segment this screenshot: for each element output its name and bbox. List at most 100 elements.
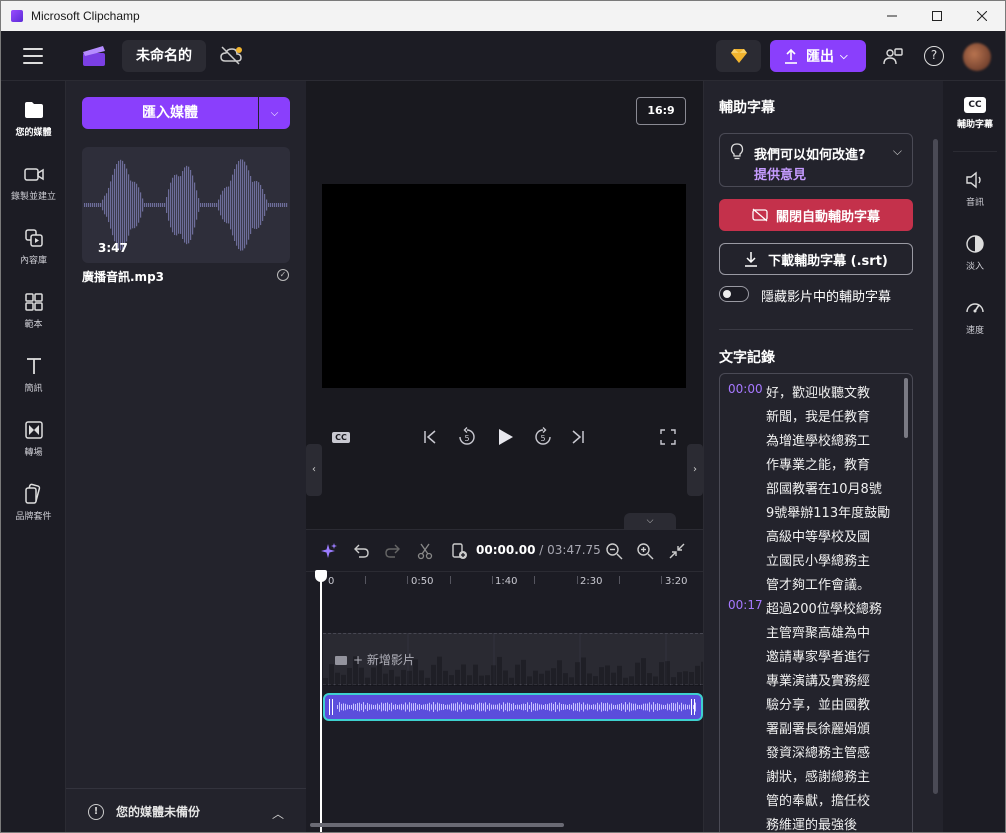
transcript-scrollbar[interactable] [904, 378, 908, 438]
forward-icon: 5 [535, 427, 551, 445]
nav-text[interactable]: 簡訊 [1, 345, 66, 401]
playhead-handle[interactable] [315, 570, 327, 582]
redo-icon[interactable] [384, 542, 402, 560]
rewind-icon: 5 [459, 427, 475, 445]
chevron-left-icon: ‹ [312, 464, 316, 475]
turn-off-auto-captions-button[interactable]: 關閉自動輔助字幕 [719, 199, 913, 231]
video-track-dropzone[interactable]: + 新增影片 [323, 633, 703, 686]
fit-timeline-icon[interactable] [668, 542, 686, 560]
undo-icon[interactable] [352, 542, 370, 560]
zoom-out-icon[interactable] [605, 542, 623, 560]
right-nav: CC 輔助字幕 音訊 淡入 速度 [943, 81, 1005, 832]
maximize-button[interactable] [914, 1, 960, 31]
captions-toggle-button[interactable]: CC [332, 426, 350, 448]
rnav-audio[interactable]: 音訊 [943, 153, 1005, 213]
divider [953, 151, 997, 152]
cloud-off-icon[interactable] [219, 45, 243, 67]
video-preview[interactable] [322, 184, 686, 388]
fade-icon [966, 235, 984, 253]
nav-transitions[interactable]: 轉場 [1, 409, 66, 465]
menu-icon[interactable] [23, 48, 43, 64]
feedback-link[interactable]: 提供意見 [754, 164, 806, 183]
aspect-ratio-button[interactable]: 16:9 [636, 97, 686, 125]
skip-start-icon [424, 430, 436, 444]
import-media-button[interactable]: 匯入媒體 [82, 97, 258, 129]
nav-content-library[interactable]: 內容庫 [1, 217, 66, 273]
hide-captions-label: 隱藏影片中的輔助字幕 [761, 290, 892, 305]
import-dropdown-button[interactable]: ⌵ [259, 97, 290, 129]
check-circle-icon: ✓ [277, 269, 289, 281]
segment-line: 立國民小學總務主 [766, 554, 871, 569]
rnav-speed[interactable]: 速度 [943, 281, 1005, 341]
timeline-horizontal-scrollbar[interactable] [310, 823, 564, 827]
split-scissors-icon[interactable] [416, 542, 434, 560]
segment-timestamp[interactable]: 00:17 [728, 598, 763, 612]
collapse-timeline-button[interactable]: ⌵ [624, 513, 676, 529]
minimize-button[interactable] [869, 1, 915, 31]
skip-to-start-button[interactable] [420, 426, 440, 448]
time-ruler[interactable]: 0 0:50 1:40 2:30 3:20 [306, 572, 703, 594]
fullscreen-button[interactable] [658, 426, 678, 448]
segment-timestamp[interactable]: 00:00 [728, 382, 763, 396]
media-duration: 3:47 [98, 241, 128, 255]
captions-panel: 輔助字幕 我們可以如何改進? 提供意見 ⌵ 關閉自動輔助字幕 下載輔助字幕 (.… [703, 81, 943, 832]
ai-sparkle-icon[interactable] [320, 542, 338, 560]
nav-label: 簡訊 [24, 384, 43, 394]
project-name-field[interactable]: 未命名的 [122, 40, 206, 72]
segment-line: 發資深總務主管感 [766, 746, 871, 761]
nav-label: 內容庫 [19, 256, 47, 266]
media-thumbnail[interactable]: 3:47 [82, 147, 290, 263]
app-window: Microsoft Clipchamp 未命名的 匯出 ⌵ ? 您的媒體 錄製並… [0, 0, 1006, 833]
help-icon[interactable]: ? [924, 46, 944, 66]
segment-line: 專業演講及實務經 [766, 674, 871, 689]
timecode: 00:00.00 / 03:47.75 [476, 543, 601, 557]
segment-line: 驗分享，並由國教 [766, 698, 871, 713]
clip-right-handle[interactable] [691, 699, 695, 715]
transcript-list[interactable]: 00:00 好，歡迎收聽文教 新聞，我是任教育 為增進學校總務工 作專業之能，教… [719, 373, 913, 832]
ruler-label: 2:30 [580, 576, 603, 587]
clip-left-handle[interactable] [329, 699, 333, 715]
segment-line: 為增進學校總務工 [766, 434, 871, 449]
rnav-fade[interactable]: 淡入 [943, 217, 1005, 277]
hide-captions-toggle[interactable] [719, 286, 749, 302]
download-icon [745, 252, 758, 267]
rewind-5-button[interactable]: 5 [456, 426, 478, 448]
chevron-down-icon[interactable]: ⌵ [893, 144, 902, 159]
avatar[interactable] [963, 43, 991, 71]
turn-off-label: 關閉自動輔助字幕 [775, 209, 880, 225]
premium-button[interactable] [716, 40, 761, 72]
export-button[interactable]: 匯出 ⌵ [770, 40, 866, 72]
download-captions-button[interactable]: 下載輔助字幕 (.srt) [719, 243, 913, 275]
feedback-card[interactable]: 我們可以如何改進? 提供意見 ⌵ [719, 133, 913, 187]
zoom-in-icon[interactable] [636, 542, 654, 560]
forward-5-button[interactable]: 5 [532, 426, 554, 448]
nav-brand-kit[interactable]: 品牌套件 [1, 473, 66, 529]
captions-off-icon [752, 208, 768, 222]
nav-record-create[interactable]: 錄製並建立 [1, 153, 66, 209]
divider [719, 329, 913, 330]
audio-clip[interactable] [323, 693, 703, 721]
rnav-captions[interactable]: CC 輔助字幕 [943, 81, 1005, 141]
transitions-icon [24, 421, 43, 439]
captions-panel-scrollbar[interactable] [933, 139, 938, 794]
segment-line: 9號舉辦113年度鼓勵 [766, 506, 891, 521]
nav-templates[interactable]: 範本 [1, 281, 66, 337]
diamond-icon [730, 49, 747, 63]
total-time: / 03:47.75 [535, 543, 601, 557]
collapse-left-panel-button[interactable]: ‹ [306, 444, 322, 496]
templates-icon [24, 293, 43, 311]
chevron-down-icon: ⌵ [840, 50, 848, 62]
rnav-label: 音訊 [965, 198, 984, 208]
forward-seconds: 5 [540, 434, 545, 443]
nav-your-media[interactable]: 您的媒體 [1, 89, 66, 145]
timeline: 00:00.00 / 03:47.75 0 0:50 1:40 2:30 3:2… [306, 529, 703, 832]
add-media-icon[interactable] [450, 542, 468, 560]
collapse-right-panel-button[interactable]: › [687, 444, 703, 496]
skip-to-end-button[interactable] [568, 426, 588, 448]
share-people-icon[interactable] [883, 47, 903, 67]
play-button[interactable] [494, 426, 516, 448]
brand-kit-icon [24, 483, 40, 504]
segment-line: 管才夠工作會議。 [766, 578, 871, 593]
backup-status-bar[interactable]: ! 您的媒體未備份 ︿ [66, 788, 306, 832]
close-button[interactable] [959, 1, 1005, 31]
